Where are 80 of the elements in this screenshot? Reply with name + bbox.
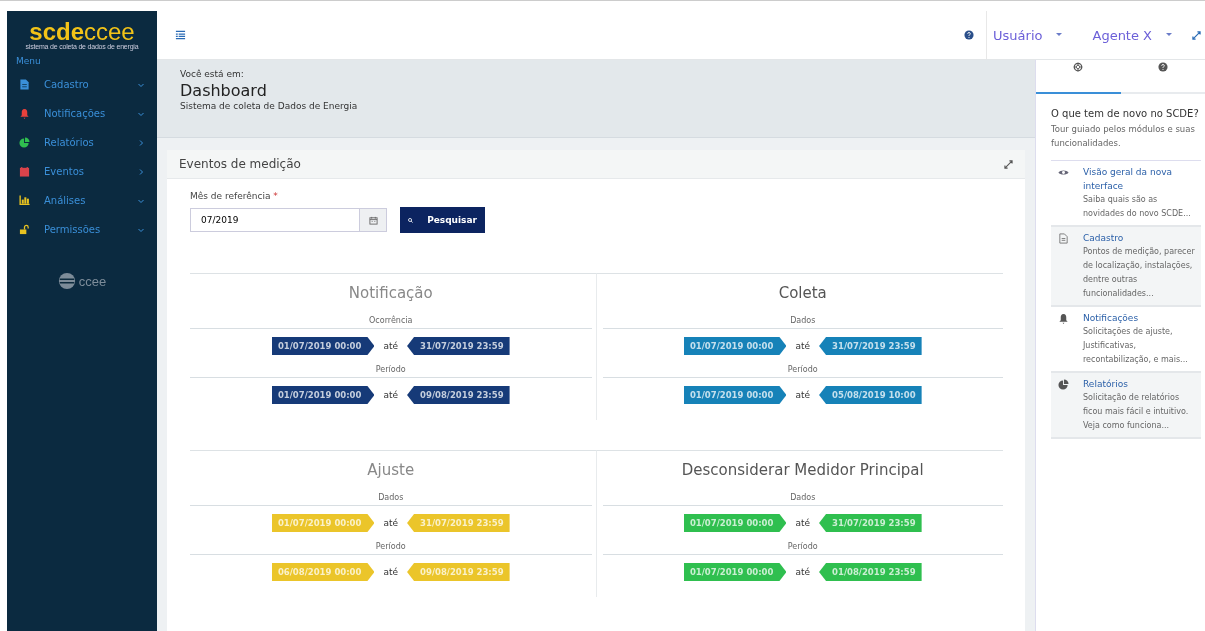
range-label: Período xyxy=(602,365,1003,378)
end-date-tag: 05/08/2019 10:00 xyxy=(819,386,922,404)
panel-title: Eventos de medição xyxy=(179,157,301,171)
nav-item[interactable]: Análises xyxy=(7,186,157,215)
help-icon[interactable] xyxy=(964,30,975,40)
tour-item-text: Pontos de medição, parecer de localização, instalações, dentre outras funcionalidades... xyxy=(1083,246,1196,300)
range-label: Período xyxy=(190,365,592,378)
end-date-tag: 31/07/2019 23:59 xyxy=(407,337,510,355)
search-icon xyxy=(408,215,414,225)
pie-icon xyxy=(1058,379,1069,390)
tour-item-title: Relatórios xyxy=(1083,378,1129,391)
range-separator: até xyxy=(383,518,399,528)
nav-item[interactable]: Relatórios xyxy=(7,128,157,157)
bell-icon xyxy=(1058,313,1069,324)
range-separator: até xyxy=(795,341,811,351)
tour-item-title: Cadastro xyxy=(1083,232,1125,245)
agent-dropdown[interactable]: Agente X xyxy=(1074,11,1184,59)
caret-icon xyxy=(1166,33,1172,37)
panel-tab[interactable] xyxy=(1036,60,1121,94)
search-button[interactable]: Pesquisar xyxy=(400,207,485,233)
tour-item-text: Saiba quais são as novidades do novo SCDE... xyxy=(1083,194,1192,220)
end-date-tag: 31/07/2019 23:59 xyxy=(819,337,922,355)
start-date-tag: 01/07/2019 00:00 xyxy=(271,337,375,355)
nav-item[interactable]: Permissões xyxy=(7,215,157,244)
range-label: Ocorrência xyxy=(190,316,592,329)
expand-icon[interactable] xyxy=(1192,30,1201,40)
expand-icon[interactable] xyxy=(1004,159,1013,169)
tour-item[interactable]: Relatórios Solicitação de relatórios ficou mais fácil e intuitivo. Veja como funciona... xyxy=(1051,373,1201,439)
start-date-tag: 01/07/2019 00:00 xyxy=(683,337,787,355)
start-date-tag: 01/07/2019 00:00 xyxy=(683,386,787,404)
help-subtitle: Tour guiado pelos módulos e suas funcionalidades. xyxy=(1051,123,1196,150)
help-title: O que tem de novo no SCDE? xyxy=(1051,108,1200,119)
range-label: Dados xyxy=(602,493,1003,506)
month-field[interactable]: 07/2019 xyxy=(190,208,359,232)
caret-icon xyxy=(1056,33,1063,37)
range-label: Período xyxy=(190,542,592,555)
page-subtitle: Sistema de coleta de Dados de Energia xyxy=(180,101,359,111)
nav-item[interactable]: Cadastro xyxy=(7,70,157,99)
calendar-button[interactable] xyxy=(359,208,387,232)
field-label: Mês de referência * xyxy=(190,191,279,201)
tour-item-title: Visão geral da nova interface xyxy=(1083,166,1173,193)
document-icon xyxy=(1058,233,1069,244)
start-date-tag: 01/07/2019 00:00 xyxy=(271,514,375,532)
nav-item[interactable]: Eventos xyxy=(7,157,157,186)
tour-item[interactable]: Cadastro Pontos de medição, parecer de localização, instalações, dentre outras funcionalidades... xyxy=(1051,227,1201,307)
page-title: Dashboard xyxy=(180,81,268,100)
nav-item[interactable]: Notificações xyxy=(7,99,157,128)
ccee-logo: ccee xyxy=(57,272,107,290)
range-separator: até xyxy=(383,567,399,577)
start-date-tag: 01/07/2019 00:00 xyxy=(683,563,787,581)
tour-item-title: Notificações xyxy=(1083,312,1140,325)
lifebuoy-icon xyxy=(1073,62,1084,72)
user-dropdown[interactable]: Usuário xyxy=(986,11,1075,59)
range-separator: até xyxy=(795,567,811,577)
end-date-tag: 09/08/2019 23:59 xyxy=(407,386,510,404)
section-title: Desconsiderar Medidor Principal xyxy=(680,461,925,479)
end-date-tag: 31/07/2019 23:59 xyxy=(819,514,922,532)
range-label: Dados xyxy=(602,316,1003,329)
calendar-icon xyxy=(368,215,378,225)
menu-icon[interactable] xyxy=(175,30,186,40)
start-date-tag: 01/07/2019 00:00 xyxy=(271,386,375,404)
section-title: Coleta xyxy=(777,284,828,302)
breadcrumb-prefix: Você está em: xyxy=(180,69,245,79)
start-date-tag: 06/08/2019 00:00 xyxy=(271,563,375,581)
menu-label: Menu xyxy=(16,56,41,66)
eye-icon xyxy=(1058,167,1069,178)
range-label: Período xyxy=(602,542,1003,555)
section-title: Ajuste xyxy=(366,461,416,479)
range-separator: até xyxy=(383,341,399,351)
range-separator: até xyxy=(795,518,811,528)
end-date-tag: 09/08/2019 23:59 xyxy=(407,563,510,581)
end-date-tag: 01/08/2019 23:59 xyxy=(819,563,922,581)
end-date-tag: 31/07/2019 23:59 xyxy=(407,514,510,532)
range-label: Dados xyxy=(190,493,592,506)
section-title: Notificação xyxy=(347,284,434,302)
tour-item-text: Solicitações de ajuste, Justificativas, recontabilização, e mais... xyxy=(1083,326,1189,366)
start-date-tag: 01/07/2019 00:00 xyxy=(683,514,787,532)
range-separator: até xyxy=(795,390,811,400)
tour-item-text: Solicitação de relatórios ficou mais fácil e intuitivo. Veja como funciona... xyxy=(1083,391,1190,432)
range-separator: até xyxy=(383,390,399,400)
